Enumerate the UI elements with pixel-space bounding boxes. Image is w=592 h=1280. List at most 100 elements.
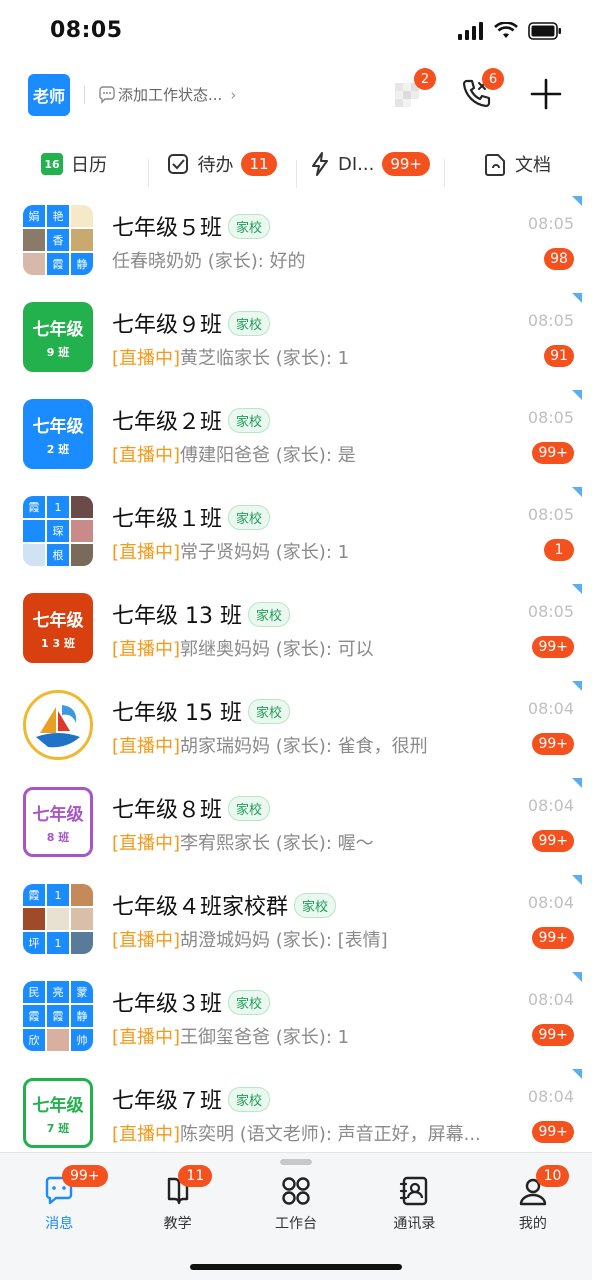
chat-time: 08:04 [527,699,574,718]
pinned-corner-icon [572,1069,582,1079]
group-tag: 家校 [247,601,290,627]
unread-badge: 99+ [532,927,574,949]
mosaic-icon-button[interactable]: 2 [390,68,436,112]
pinned-corner-icon [572,681,582,691]
unread-badge: 99+ [532,1121,574,1143]
chat-title: 七年级１班 家校 [112,501,271,533]
pinned-corner-icon [572,293,582,303]
chat-time: 08:04 [527,796,574,815]
chat-time: 08:05 [527,602,574,621]
calendar-icon: 16 [41,153,63,175]
chat-preview: [直播中]黄芝临家长 (家长): 1 [112,348,350,369]
chat-row[interactable]: 七年级 8 班 七年级８班 家校 [直播中]李宥熙家长 (家长): 喔～ 08:0… [0,778,592,879]
group-avatar: 霞 1 琛 根 [23,496,93,566]
wifi-icon [494,22,518,38]
chat-row[interactable]: 七年级 1 3 班 七年级 13 班 家校 [直播中]郭继奥妈妈 (家长): 可以… [0,584,592,685]
drag-handle[interactable] [280,1159,312,1165]
shortcut-ding[interactable]: DI... 99+ [296,152,444,188]
unread-badge: 99+ [532,733,574,755]
group-tag: 家校 [228,407,271,433]
battery-icon [528,22,561,40]
live-label: [直播中] [112,1027,181,1048]
todo-badge: 11 [241,152,277,176]
nav-profile[interactable]: 我的 10 [474,1165,592,1233]
nav-workbench[interactable]: 工作台 [237,1173,355,1233]
chat-preview: [直播中]郭继奥妈妈 (家长): 可以 [112,639,374,660]
chat-row[interactable]: 娟 艳 香 霞 静 七年级５班 家校 任春晓奶奶 (家长): 好的 08:05 … [0,196,592,297]
call-badge: 6 [482,68,504,90]
live-label: [直播中] [112,639,181,660]
pinned-corner-icon [572,972,582,982]
shortcut-label: 文档 [515,155,551,176]
status-icons [458,22,562,40]
group-avatar: 民 亮 蒙 霞 霞 静 欣 帅 [23,981,93,1051]
chat-title: 七年级５班 家校 [112,210,271,242]
nav-badge: 10 [535,1165,570,1187]
app-header: 老师 添加工作状态... › 2 6 [0,64,592,128]
nav-label: 工作台 [275,1216,318,1232]
nav-label: 消息 [45,1216,74,1232]
chat-title: 七年级９班 家校 [112,307,271,339]
unread-badge: 91 [544,345,574,367]
nav-label: 通讯录 [393,1216,436,1232]
add-button[interactable] [528,76,564,112]
chevron-right-icon: › [230,85,237,104]
role-badge[interactable]: 老师 [28,74,70,116]
group-tag: 家校 [228,213,271,239]
shortcut-label: DI... [338,153,375,175]
group-avatar: 七年级 9 班 [23,302,93,372]
chat-time: 08:05 [527,311,574,330]
nav-teaching[interactable]: 教学 11 [118,1165,236,1233]
group-tag: 家校 [228,1086,271,1112]
group-tag: 家校 [228,310,271,336]
pinned-corner-icon [572,196,582,206]
lightning-icon [312,152,328,176]
shortcut-docs[interactable]: 文档 [444,151,592,187]
signal-icon [458,22,483,40]
work-status-button[interactable]: 添加工作状态... › [98,84,236,105]
pinned-corner-icon [572,390,582,400]
group-tag: 家校 [228,795,271,821]
chat-title: 七年级 15 班 家校 [112,695,290,727]
unread-badge: 99+ [532,1024,574,1046]
shortcut-calendar[interactable]: 16 日历 [0,151,148,177]
chat-row[interactable]: 民 亮 蒙 霞 霞 静 欣 帅 七年级３班 家校 [直播中]王御玺爸爸 (家长)… [0,972,592,1073]
speech-bubble-icon [99,85,115,104]
group-avatar: 七年级 2 班 [23,399,93,469]
plus-icon [530,78,562,110]
header-divider [84,86,85,104]
chat-row[interactable]: 霞 1 琛 根 七年级１班 家校 [直播中]常子贤妈妈 (家长): 1 08:0… [0,487,592,588]
unread-badge: 99+ [532,636,574,658]
chat-title: 七年级８班 家校 [112,792,271,824]
nav-badge: 99+ [62,1165,108,1187]
status-time: 08:05 [50,18,123,43]
chat-time: 08:04 [527,1087,574,1106]
group-tag: 家校 [228,504,271,530]
chat-preview: [直播中]常子贤妈妈 (家长): 1 [112,542,350,563]
chat-row[interactable]: 七年级 15 班 家校 [直播中]胡家瑞妈妈 (家长): 雀食，很刑 08:04… [0,681,592,782]
pinned-corner-icon [572,584,582,594]
chat-row[interactable]: 七年级 2 班 七年级２班 家校 [直播中]傅建阳爸爸 (家长): 是 08:05… [0,390,592,491]
group-avatar: 七年级 8 班 [23,787,93,857]
nav-badge: 11 [178,1165,213,1187]
chat-row[interactable]: 霞 1 坪 1 七年级４班家校群 家校 [直播中]胡澄城妈妈 (家长): [表情… [0,875,592,976]
live-label: [直播中] [112,930,181,951]
chat-title: 七年级４班家校群 家校 [112,889,337,921]
group-avatar: 霞 1 坪 1 [23,884,93,954]
group-avatar [23,690,93,760]
call-button[interactable]: 6 [458,68,504,112]
nav-label: 我的 [518,1216,547,1232]
nav-contacts[interactable]: 通讯录 [355,1173,473,1233]
shortcut-todo[interactable]: 待办 11 [148,151,296,187]
chat-row[interactable]: 七年级 9 班 七年级９班 家校 [直播中]黄芝临家长 (家长): 1 08:05… [0,293,592,394]
shortcut-label: 待办 [197,155,234,176]
nav-label: 教学 [163,1216,192,1232]
live-label: [直播中] [112,1124,181,1145]
unread-badge: 1 [544,539,574,561]
chat-preview: [直播中]傅建阳爸爸 (家长): 是 [112,445,356,466]
group-avatar: 七年级 7 班 [23,1078,93,1148]
pinned-corner-icon [572,487,582,497]
shortcut-label: 日历 [71,155,107,176]
chat-preview: [直播中]王御玺爸爸 (家长): 1 [112,1027,350,1048]
nav-messages[interactable]: 消息 99+ [0,1165,118,1233]
